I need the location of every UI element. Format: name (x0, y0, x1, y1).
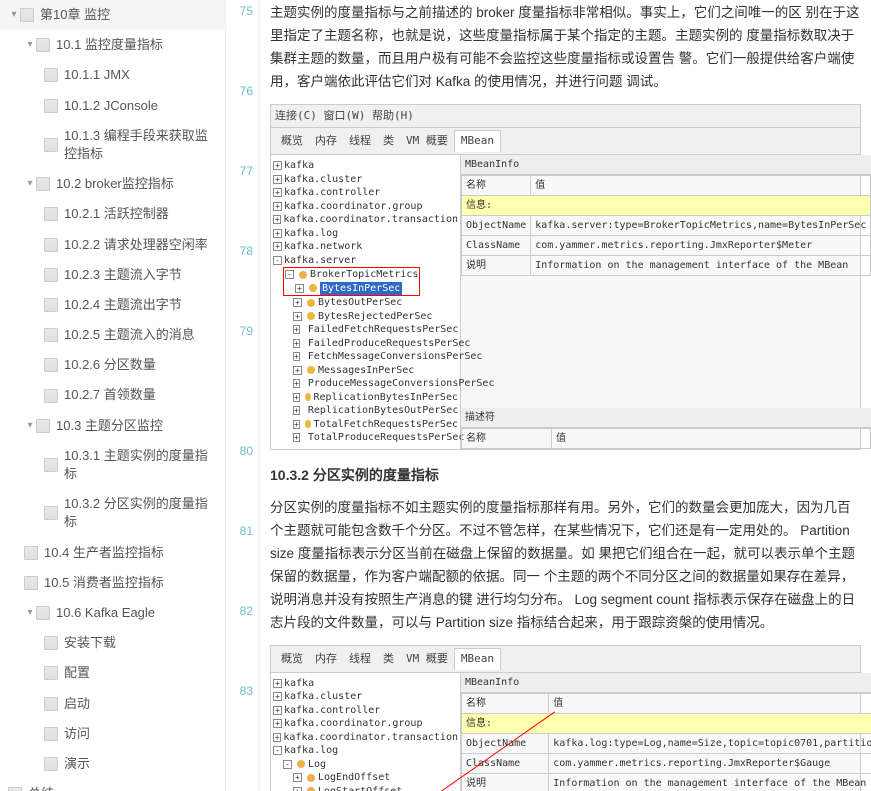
toc-10-2-5[interactable]: 10.2.5 主题流入的消息 (0, 320, 225, 350)
toc-10-1-1[interactable]: 10.1.1 JMX (0, 60, 225, 90)
toc-10-2[interactable]: ▾10.2 broker监控指标 (0, 169, 225, 199)
mbean-tree-2: +kafka +kafka.cluster +kafka.controller … (271, 673, 461, 791)
sidebar-toc[interactable]: ▾第10章 监控 ▾10.1 监控度量指标 10.1.1 JMX 10.1.2 … (0, 0, 226, 791)
toc-10-2-2[interactable]: 10.2.2 请求处理器空闲率 (0, 230, 225, 260)
toc-10-6-1[interactable]: 安装下载 (0, 628, 225, 658)
toc-chapter-10[interactable]: ▾第10章 监控 (0, 0, 225, 30)
toc-10-2-4[interactable]: 10.2.4 主题流出字节 (0, 290, 225, 320)
toc-10-2-7[interactable]: 10.2.7 首领数量 (0, 380, 225, 410)
toc-10-2-1[interactable]: 10.2.1 活跃控制器 (0, 199, 225, 229)
toc-10-4[interactable]: 10.4 生产者监控指标 (0, 538, 225, 568)
toc-10-6-2[interactable]: 配置 (0, 658, 225, 688)
toc-summary[interactable]: 总结 (0, 779, 225, 791)
line-number-gutter: 757677787980818283 (226, 0, 260, 791)
toc-10-1[interactable]: ▾10.1 监控度量指标 (0, 30, 225, 60)
toc-10-3-2[interactable]: 10.3.2 分区实例的度量指标 (0, 489, 225, 537)
toc-10-6[interactable]: ▾10.6 Kafka Eagle (0, 598, 225, 628)
jconsole-menu: 连接(C) 窗口(W) 帮助(H) (271, 105, 860, 129)
paragraph-topic-metrics: 主题实例的度量指标与之前描述的 broker 度量指标非常相似。事实上，它们之间… (270, 2, 861, 94)
jconsole-screenshot-2: 概览内存线程类VM 概要MBean +kafka +kafka.cluster … (270, 645, 861, 791)
jconsole-tabs: 概览内存线程类VM 概要MBean (271, 128, 860, 155)
mbean-tree: +kafka +kafka.cluster +kafka.controller … (271, 155, 461, 449)
mbean-details-2: MBeanInfo 名称值 信息: ObjectNamekafka.log:ty… (461, 673, 871, 791)
main-content: 主题实例的度量指标与之前描述的 broker 度量指标非常相似。事实上，它们之间… (260, 0, 871, 791)
toc-10-3-1[interactable]: 10.3.1 主题实例的度量指标 (0, 441, 225, 489)
jconsole-screenshot-1: 连接(C) 窗口(W) 帮助(H) 概览内存线程类VM 概要MBean +kaf… (270, 104, 861, 450)
jconsole-tabs-2: 概览内存线程类VM 概要MBean (271, 646, 860, 673)
toc-10-6-5[interactable]: 演示 (0, 749, 225, 779)
toc-10-3[interactable]: ▾10.3 主题分区监控 (0, 411, 225, 441)
heading-10-3-2: 10.3.2 分区实例的度量指标 (270, 464, 861, 488)
paragraph-partition-metrics: 分区实例的度量指标不如主题实例的度量指标那样有用。另外，它们的数量会更加庞大，因… (270, 497, 861, 635)
toc-10-2-3[interactable]: 10.2.3 主题流入字节 (0, 260, 225, 290)
toc-10-1-3[interactable]: 10.1.3 编程手段来获取监控指标 (0, 121, 225, 169)
toc-10-6-3[interactable]: 启动 (0, 689, 225, 719)
toc-10-6-4[interactable]: 访问 (0, 719, 225, 749)
toc-10-1-2[interactable]: 10.1.2 JConsole (0, 91, 225, 121)
mbean-details: MBeanInfo 名称值 信息: ObjectNamekafka.server… (461, 155, 871, 449)
toc-10-2-6[interactable]: 10.2.6 分区数量 (0, 350, 225, 380)
toc-10-5[interactable]: 10.5 消费者监控指标 (0, 568, 225, 598)
